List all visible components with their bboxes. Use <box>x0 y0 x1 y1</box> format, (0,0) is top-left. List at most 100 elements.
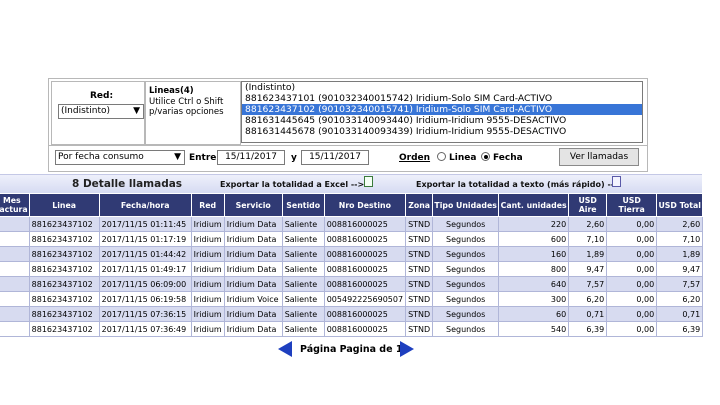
table-cell: 220 <box>498 216 570 232</box>
table-cell: 2,60 <box>656 216 704 232</box>
table-cell <box>0 231 30 247</box>
table-row: 881623437102 2017/11/15 01:17:19 Iridium Ir… <box>0 231 704 247</box>
table-cell: 881623437102 <box>28 291 100 307</box>
table-cell: Iridium Data <box>223 216 283 232</box>
results-title: 8 Detalle llamadas <box>72 178 183 190</box>
table-cell: Iridium Voice <box>223 291 283 307</box>
lineas-option[interactable]: 881623437102 (901032340015741) Iridium-S… <box>242 104 642 115</box>
ver-llamadas-button[interactable]: Ver llamadas <box>559 148 639 166</box>
table-header-row: Mes facturaLineaFecha/horaRedServicioSen… <box>0 193 704 217</box>
table-cell <box>0 306 30 322</box>
radio-fecha[interactable] <box>481 152 490 161</box>
order-by-value: Por fecha consumo <box>58 152 144 162</box>
table-cell: 0,71 <box>568 306 608 322</box>
table-cell: Segundos <box>432 216 500 232</box>
table-cell: 1,89 <box>568 246 608 262</box>
table-cell: 0,71 <box>656 306 704 322</box>
column-header: USD Total <box>656 193 704 217</box>
table-cell: STND <box>405 321 434 337</box>
table-cell: Segundos <box>432 321 500 337</box>
table-cell: Saliente <box>281 306 325 322</box>
table-cell: STND <box>405 216 434 232</box>
table-cell: 0,00 <box>606 291 658 307</box>
table-cell: Segundos <box>432 246 500 262</box>
table-cell: Saliente <box>281 291 325 307</box>
table-body: 881623437102 2017/11/15 01:11:45 Iridium Ir… <box>0 216 704 337</box>
lineas-option[interactable]: (Indistinto) <box>242 82 642 93</box>
table-cell: 6,39 <box>568 321 608 337</box>
table-cell: 600 <box>498 231 570 247</box>
table-row: 881623437102 2017/11/15 06:09:00 Iridium Ir… <box>0 276 704 292</box>
column-header: USD Tierra <box>606 193 658 217</box>
table-cell: 2017/11/15 01:49:17 <box>98 261 192 277</box>
text-export-icon[interactable] <box>612 176 621 187</box>
table-cell: 6,39 <box>656 321 704 337</box>
table-cell: Segundos <box>432 231 500 247</box>
table-cell: STND <box>405 306 434 322</box>
table-cell: 7,57 <box>568 276 608 292</box>
table-cell: Iridium <box>190 321 225 337</box>
table-cell: 2017/11/15 07:36:49 <box>98 321 192 337</box>
table-cell: Segundos <box>432 306 500 322</box>
table-cell: 2017/11/15 01:11:45 <box>98 216 192 232</box>
table-cell: Segundos <box>432 291 500 307</box>
table-cell: 881623437102 <box>28 231 100 247</box>
column-header: Linea <box>28 193 100 217</box>
table-cell: Iridium Data <box>223 261 283 277</box>
table-cell: STND <box>405 291 434 307</box>
calls-table: Mes facturaLineaFecha/horaRedServicioSen… <box>0 193 704 337</box>
table-row: 881623437102 2017/11/15 07:36:49 Iridium Ir… <box>0 321 704 337</box>
table-cell <box>0 261 30 277</box>
table-cell: 881623437102 <box>28 321 100 337</box>
table-cell: 540 <box>498 321 570 337</box>
date-filter-row: Por fecha consumo ▼ Entre 15/11/2017 y 1… <box>49 145 647 170</box>
table-cell: Iridium <box>190 231 225 247</box>
table-cell: Iridium Data <box>223 246 283 262</box>
table-cell: 1,89 <box>656 246 704 262</box>
table-cell: 881623437102 <box>28 306 100 322</box>
date-to-input[interactable]: 15/11/2017 <box>301 150 369 165</box>
table-cell: 2017/11/15 01:44:42 <box>98 246 192 262</box>
table-cell: Segundos <box>432 261 500 277</box>
table-cell: 008816000025 <box>323 231 407 247</box>
date-from-input[interactable]: 15/11/2017 <box>217 150 285 165</box>
table-cell: 008816000025 <box>323 321 407 337</box>
lineas-option[interactable]: 881623437101 (901032340015742) Iridium-S… <box>242 93 642 104</box>
table-cell: 640 <box>498 276 570 292</box>
lineas-option[interactable]: 881631445645 (901033140093440) Iridium-I… <box>242 115 642 126</box>
radio-linea[interactable] <box>437 152 446 161</box>
lineas-option[interactable]: 881631445678 (901033140093439) Iridium-I… <box>242 126 642 137</box>
order-by-select[interactable]: Por fecha consumo ▼ <box>55 150 185 165</box>
excel-export-icon[interactable] <box>364 176 373 187</box>
table-cell <box>0 276 30 292</box>
column-header: Cant. unidades <box>498 193 570 217</box>
table-cell: 9,47 <box>568 261 608 277</box>
radio-fecha-label: Fecha <box>493 153 523 163</box>
table-cell: 60 <box>498 306 570 322</box>
column-header: Servicio <box>223 193 283 217</box>
lineas-listbox[interactable]: (Indistinto) 881623437101 (90103234001574… <box>241 81 643 143</box>
table-cell: Saliente <box>281 321 325 337</box>
prev-page-arrow-icon[interactable] <box>278 341 292 357</box>
next-page-arrow-icon[interactable] <box>400 341 414 357</box>
filter-panel: Red: (Indistinto) ▼ Lineas(4) Utilice Ct… <box>48 78 648 172</box>
table-cell <box>0 246 30 262</box>
table-row: 881623437102 2017/11/15 01:44:42 Iridium Ir… <box>0 246 704 262</box>
column-header: USD Aire <box>568 193 608 217</box>
export-excel-link[interactable]: Exportar la totalidad a Excel --> <box>220 180 364 189</box>
lineas-hint: Utilice Ctrl o Shift p/varias opciones <box>149 97 224 117</box>
table-cell: Iridium <box>190 261 225 277</box>
table-cell: 160 <box>498 246 570 262</box>
export-text-link[interactable]: Exportar la totalidad a texto (más rápid… <box>416 180 621 189</box>
red-select-value: (Indistinto) <box>61 106 111 116</box>
table-cell: 7,57 <box>656 276 704 292</box>
red-select[interactable]: (Indistinto) ▼ <box>58 104 144 119</box>
table-row: 881623437102 2017/11/15 07:36:15 Iridium Ir… <box>0 306 704 322</box>
table-cell: Iridium <box>190 306 225 322</box>
table-cell: Iridium Data <box>223 231 283 247</box>
table-cell: Saliente <box>281 231 325 247</box>
table-cell: 0,00 <box>606 276 658 292</box>
table-cell: 2017/11/15 06:19:58 <box>98 291 192 307</box>
red-label: Red: <box>90 91 114 101</box>
table-cell <box>0 216 30 232</box>
